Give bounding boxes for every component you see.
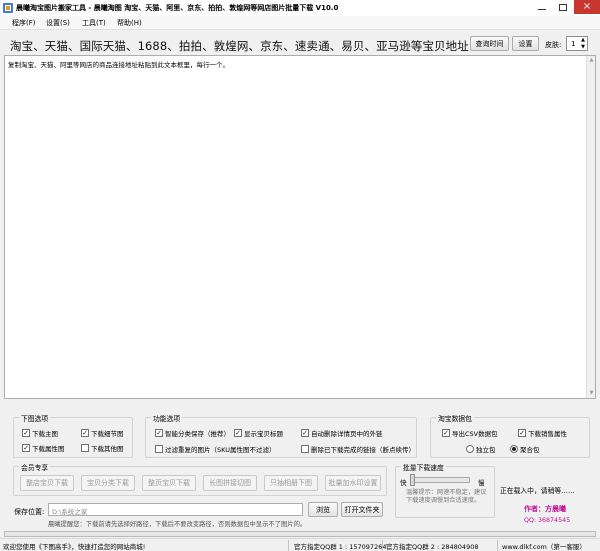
checkbox-attribute-image[interactable]: 下载属性图 <box>22 443 65 453</box>
browse-button[interactable]: 浏览 <box>308 502 338 517</box>
progress-bar <box>4 531 596 537</box>
batch-watermark-button[interactable]: 批量加水印设置 <box>325 475 381 491</box>
menu-settings[interactable]: 设置(S) <box>46 18 70 28</box>
menu-help[interactable]: 帮助(H) <box>117 18 142 28</box>
app-icon <box>3 3 13 13</box>
menu-bar: 程序(F) 设置(S) 工具(T) 帮助(H) <box>0 16 600 30</box>
checkbox-smart-category[interactable]: 智能分类保存（推荐） <box>155 428 230 438</box>
skin-value: 1 <box>571 40 576 48</box>
download-options-title: 下图选项 <box>19 413 51 423</box>
title-bar: 晨曦淘宝图片搬家工具 - 晨曦淘图 淘宝、天猫、阿里、京东、拍拍、敦煌网等网店图… <box>0 0 600 16</box>
whole-shop-download-button[interactable]: 整店宝贝下载 <box>20 475 74 491</box>
window-title: 晨曦淘宝图片搬家工具 - 晨曦淘图 淘宝、天猫、阿里、京东、拍拍、敦煌网等网店图… <box>16 4 339 12</box>
speed-title: 批量下载速度 <box>401 462 446 472</box>
spin-down-icon[interactable]: ▼ <box>580 44 586 50</box>
maximize-button[interactable] <box>553 0 573 14</box>
speed-fast-label: 快 <box>400 479 407 487</box>
category-download-button[interactable]: 宝贝分类下载 <box>81 475 135 491</box>
checkbox-filter-duplicates[interactable]: 过滤重复的图片（SKU属性图不过滤） <box>155 444 275 454</box>
url-label: 淘宝、天猫、国际天猫、1688、拍拍、敦煌网、京东、速卖通、易贝、亚马逊等宝贝地… <box>10 39 473 53</box>
checkbox-delete-finished-links[interactable]: 删除已下载完成的链接（断点续传） <box>301 444 415 454</box>
menu-tools[interactable]: 工具(T) <box>82 18 106 28</box>
album-only-download-button[interactable]: 只抽相册下图 <box>264 475 318 491</box>
scroll-up-icon[interactable]: ▲ <box>588 57 595 64</box>
menu-program[interactable]: 程序(F) <box>12 18 36 28</box>
open-folder-button[interactable]: 打开文件夹 <box>341 502 383 517</box>
checkbox-main-image[interactable]: 下载主图 <box>22 428 58 438</box>
status-qq-group-2: 官方指定QQ群 2 : 284804908 <box>386 543 479 551</box>
close-icon: × <box>582 1 592 12</box>
query-time-button[interactable]: 查询时间 <box>470 36 509 51</box>
checkbox-other-image[interactable]: 下载其他图 <box>81 443 124 453</box>
status-qq-group-1: 官方指定QQ群 1 : 157097264 <box>294 543 387 551</box>
checkbox-sales-attributes[interactable]: 下载销售属性 <box>518 428 567 438</box>
checkbox-show-title[interactable]: 显示宝贝标题 <box>234 428 283 438</box>
settings-button[interactable]: 设置 <box>512 36 539 51</box>
author-qq: QQ: 36874545 <box>524 517 571 524</box>
url-textarea[interactable]: 复制淘宝、天猫、阿里等网店的商品连接地址粘贴到此文本框里，每行一个。 ▲ ▼ <box>4 55 596 399</box>
save-path-input[interactable]: D:\系统之家 <box>48 503 303 516</box>
long-image-splice-button[interactable]: 长图拼接切图 <box>203 475 257 491</box>
save-tip: 晨曦提醒您：下载前请先选择好路径，下载后不要改变路径，否则数据包中显示不了图片的… <box>48 521 307 528</box>
status-bar: 欢迎您使用《下图高手》，快速打造您的网站商城! 官方指定QQ群 1 : 1570… <box>0 538 600 551</box>
close-button[interactable]: × <box>574 0 600 14</box>
url-textarea-placeholder: 复制淘宝、天猫、阿里等网店的商品连接地址粘贴到此文本框里，每行一个。 <box>8 61 229 69</box>
radio-standalone-pack[interactable]: 独立包 <box>466 444 496 454</box>
spin-up-icon[interactable]: ▲ <box>580 37 586 43</box>
checkbox-detail-image[interactable]: 下载细节图 <box>81 428 124 438</box>
skin-label: 皮肤: <box>545 41 562 49</box>
main-window: 晨曦淘宝图片搬家工具 - 晨曦淘图 淘宝、天猫、阿里、京东、拍拍、敦煌网等网店图… <box>0 0 600 551</box>
checkbox-export-csv[interactable]: 导出CSV数据包 <box>442 428 498 438</box>
status-promo: 欢迎您使用《下图高手》，快速打造您的网站商城! <box>3 543 146 551</box>
data-pack-title: 淘宝数据包 <box>436 413 474 423</box>
speed-slider-track[interactable] <box>410 477 470 483</box>
checkbox-remove-external-links[interactable]: 自动删除详情页中的外链 <box>301 428 383 438</box>
minimize-button[interactable] <box>532 0 552 14</box>
loading-status: 正在载入中，请稍等…… <box>500 487 575 495</box>
vertical-scrollbar[interactable]: ▲ ▼ <box>586 56 595 398</box>
scroll-down-icon[interactable]: ▼ <box>588 390 595 397</box>
skin-spinner[interactable]: 1 ▲ ▼ <box>566 36 588 51</box>
member-title: 会员专享 <box>19 462 51 472</box>
speed-slow-label: 慢 <box>478 479 485 487</box>
radio-combined-pack[interactable]: 聚合包 <box>510 444 540 454</box>
function-options-title: 功能选项 <box>151 413 183 423</box>
speed-slider-thumb[interactable] <box>410 474 415 486</box>
maximize-icon <box>559 3 567 11</box>
whole-page-download-button[interactable]: 整页宝贝下载 <box>142 475 196 491</box>
status-website: www.dlkf.com（第一客服） <box>502 543 586 551</box>
speed-note: 温馨提示：网速不稳定，建议下载速度调慢到合适速度。 <box>406 489 487 504</box>
author-label: 作者：方晨曦 <box>524 505 566 513</box>
minimize-icon <box>538 8 546 10</box>
save-location-label: 保存位置: <box>14 508 45 516</box>
